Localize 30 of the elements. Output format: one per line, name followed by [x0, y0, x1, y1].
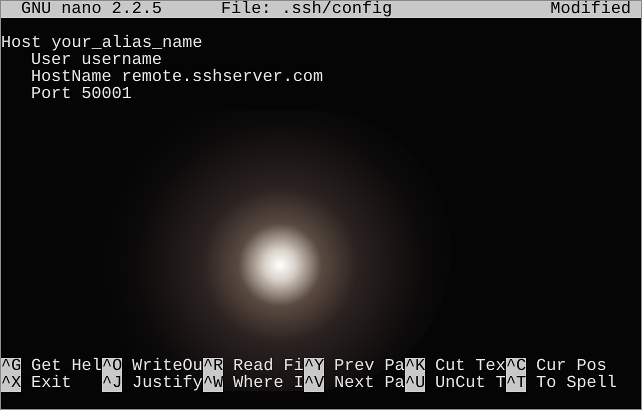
shortcut-label: Next Pa [334, 375, 405, 392]
modified-status: Modified [550, 1, 632, 18]
shortcut-label: Cut Tex [435, 358, 506, 375]
shortcut-label: Where I [233, 375, 304, 392]
shortcut-key: ^Y [304, 358, 324, 375]
shortcut-label: Prev Pa [334, 358, 405, 375]
shortcut-label: Cur Pos [536, 358, 607, 375]
shortcut-key: ^K [405, 358, 426, 375]
shortcut-label: To Spell [536, 375, 617, 392]
shortcut-label: Get Hel [31, 358, 102, 375]
shortcut-label: Read Fi [233, 358, 304, 375]
shortcut-key: ^R [203, 358, 224, 375]
shortcut-key: ^V [304, 375, 324, 392]
shortcut-key: ^G [1, 358, 22, 375]
shortcut-key: ^O [102, 358, 122, 375]
shortcut-label: Exit [31, 375, 72, 392]
shortcut-label: Justify [132, 375, 203, 392]
shortcut-label: UnCut T [435, 375, 506, 392]
app-version: GNU nano 2.2.5 [20, 1, 163, 18]
config-line: HostName remote.sshserver.com [31, 68, 324, 87]
config-line: Port 50001 [31, 85, 132, 104]
config-line: User username [31, 51, 162, 70]
shortcut-key: ^U [405, 375, 426, 392]
shortcut-key: ^J [102, 375, 122, 392]
file-name: File: .ssh/config [221, 1, 394, 18]
shortcut-key: ^T [506, 375, 526, 392]
shortcut-label: WriteOu [132, 358, 203, 375]
config-line: Host your_alias_name [1, 34, 202, 53]
shortcut-key: ^X [1, 375, 22, 392]
shortcut-key: ^C [506, 358, 526, 375]
